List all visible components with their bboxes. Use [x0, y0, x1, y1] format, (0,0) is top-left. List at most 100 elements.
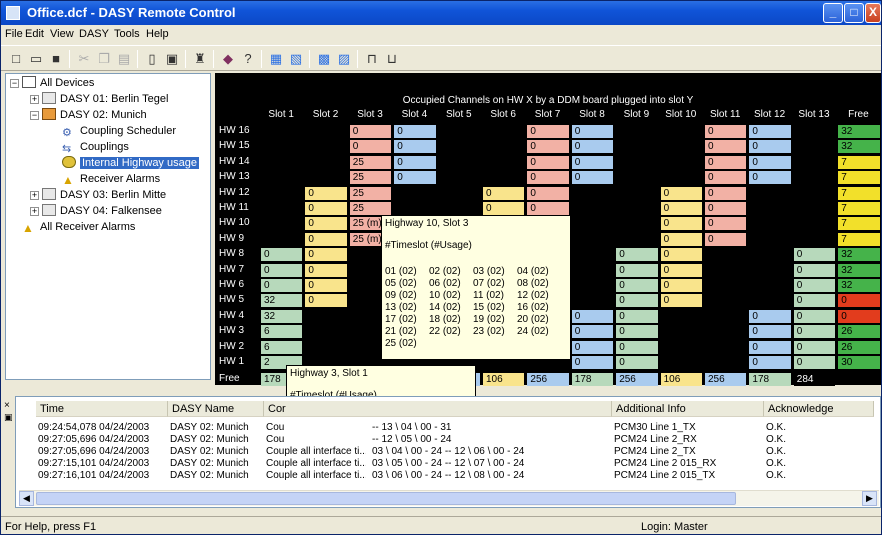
scrollbar-thumb[interactable]: [36, 492, 736, 505]
usage-cell[interactable]: 0: [616, 263, 658, 277]
usage-cell[interactable]: 32: [838, 263, 880, 277]
usage-cell[interactable]: 0: [749, 171, 791, 185]
tree-item-internal-highway-usage[interactable]: Internal Highway usage: [62, 155, 199, 171]
tree-item-all-receiver-alarms[interactable]: ▲ All Receiver Alarms: [22, 219, 135, 235]
tree-item-dasy-03[interactable]: DASY 03: Berlin Mitte: [42, 187, 166, 203]
usage-cell[interactable]: 0: [527, 171, 569, 185]
tree-item-dasy-02[interactable]: DASY 02: Munich: [42, 107, 147, 123]
usage-cell[interactable]: 0: [616, 294, 658, 308]
device-config-icon[interactable]: ▩: [315, 50, 333, 68]
print-preview-icon[interactable]: ▯: [143, 50, 161, 68]
usage-cell[interactable]: 0: [749, 325, 791, 339]
usage-cell[interactable]: 0: [749, 125, 791, 138]
context-help-icon[interactable]: ?: [239, 50, 257, 68]
usage-cell[interactable]: 0: [527, 186, 569, 200]
connect-icon[interactable]: ♜: [191, 50, 209, 68]
usage-cell[interactable]: 0: [705, 217, 747, 231]
print-icon[interactable]: ▣: [163, 50, 181, 68]
dock-log-icon[interactable]: ▣: [4, 412, 13, 423]
usage-cell[interactable]: 32: [261, 309, 303, 323]
usage-cell[interactable]: 26: [838, 325, 880, 339]
usage-cell[interactable]: 0: [349, 140, 392, 154]
usage-cell[interactable]: 0: [660, 294, 702, 308]
column-header-additional-info[interactable]: Additional Info: [612, 401, 764, 417]
usage-cell[interactable]: 0: [705, 202, 747, 215]
usage-cell[interactable]: 0: [793, 340, 836, 354]
column-header-time[interactable]: Time: [36, 401, 168, 417]
tree-item-receiver-alarms[interactable]: ▲ Receiver Alarms: [62, 171, 160, 187]
minimize-button[interactable]: _: [823, 3, 843, 23]
usage-cell[interactable]: 0: [394, 125, 436, 138]
tree-item-dasy-04[interactable]: DASY 04: Falkensee: [42, 203, 162, 219]
usage-cell[interactable]: 0: [616, 248, 658, 262]
close-button[interactable]: X: [865, 3, 881, 23]
menu-file[interactable]: File: [5, 28, 23, 40]
usage-cell[interactable]: 0: [749, 155, 791, 169]
cut-icon[interactable]: ✂: [75, 50, 93, 68]
usage-cell[interactable]: 0: [616, 309, 658, 323]
windows-icon[interactable]: ▧: [287, 50, 305, 68]
usage-cell[interactable]: 32: [838, 279, 880, 292]
usage-cell[interactable]: 0: [705, 171, 747, 185]
usage-cell[interactable]: 0: [571, 125, 614, 138]
usage-cell[interactable]: 0: [749, 309, 791, 323]
close-log-icon[interactable]: ×: [4, 400, 10, 411]
menu-tools[interactable]: Tools: [114, 28, 140, 40]
usage-cell[interactable]: 0: [838, 309, 880, 323]
usage-cell[interactable]: 0: [349, 125, 392, 138]
expand-dasy-03[interactable]: +: [30, 191, 39, 200]
book-icon[interactable]: ◆: [219, 50, 237, 68]
log-cell[interactable]: DASY 02: Munich: [170, 469, 264, 482]
usage-cell[interactable]: 0: [749, 140, 791, 154]
title-bar[interactable]: Office.dcf - DASY Remote Control _ □ X: [1, 1, 881, 25]
unlock-icon[interactable]: ⊔: [383, 50, 401, 68]
usage-cell[interactable]: 26: [838, 340, 880, 354]
usage-cell[interactable]: 0: [793, 263, 836, 277]
expand-dasy-01[interactable]: +: [30, 95, 39, 104]
usage-cell[interactable]: 6: [261, 325, 303, 339]
log-cell[interactable]: Couple all interface ti...: [266, 469, 366, 482]
usage-cell[interactable]: 32: [838, 125, 880, 138]
usage-cell[interactable]: 0: [305, 279, 347, 292]
usage-cell[interactable]: 0: [616, 279, 658, 292]
usage-cell[interactable]: 0: [793, 279, 836, 292]
usage-cell[interactable]: 0: [305, 217, 347, 231]
usage-cell[interactable]: 0: [660, 279, 702, 292]
paste-icon[interactable]: ▤: [115, 50, 133, 68]
usage-cell[interactable]: 0: [705, 125, 747, 138]
usage-cell[interactable]: 0: [571, 140, 614, 154]
usage-cell[interactable]: 0: [571, 155, 614, 169]
usage-cell[interactable]: 0: [793, 325, 836, 339]
usage-cell[interactable]: 7: [838, 217, 880, 231]
usage-cell[interactable]: 0: [305, 186, 347, 200]
usage-cell[interactable]: 0: [660, 248, 702, 262]
usage-cell[interactable]: 0: [527, 202, 569, 215]
usage-cell[interactable]: 0: [705, 140, 747, 154]
tree-item-dasy-01[interactable]: DASY 01: Berlin Tegel: [42, 91, 168, 107]
usage-cell[interactable]: 0: [394, 140, 436, 154]
usage-cell[interactable]: 0: [660, 186, 702, 200]
menu-view[interactable]: View: [50, 28, 74, 40]
usage-cell[interactable]: 0: [616, 325, 658, 339]
usage-cell[interactable]: 0: [394, 171, 436, 185]
log-cell[interactable]: PCM24 Line 2 015_TX: [614, 469, 762, 482]
usage-cell[interactable]: 0: [616, 356, 658, 369]
scroll-left-icon[interactable]: ◀: [19, 491, 34, 506]
usage-cell[interactable]: 0: [705, 232, 747, 246]
usage-cell[interactable]: 0: [793, 248, 836, 262]
usage-cell[interactable]: 0: [660, 202, 702, 215]
usage-cell[interactable]: 25: [349, 202, 392, 215]
usage-cell[interactable]: 7: [838, 202, 880, 215]
usage-cell[interactable]: 25: [349, 155, 392, 169]
usage-cell[interactable]: 25: [349, 186, 392, 200]
open-folder-icon[interactable]: ▭: [27, 50, 45, 68]
monitor-icon[interactable]: ▦: [267, 50, 285, 68]
scroll-right-icon[interactable]: ▶: [862, 491, 877, 506]
lock-icon[interactable]: ⊓: [363, 50, 381, 68]
menu-dasy[interactable]: DASY: [79, 28, 109, 40]
usage-cell[interactable]: 0: [660, 263, 702, 277]
usage-cell[interactable]: 0: [483, 202, 525, 215]
column-header-dasy-name[interactable]: DASY Name: [168, 401, 264, 417]
usage-cell[interactable]: 0: [394, 155, 436, 169]
usage-cell[interactable]: 0: [571, 171, 614, 185]
